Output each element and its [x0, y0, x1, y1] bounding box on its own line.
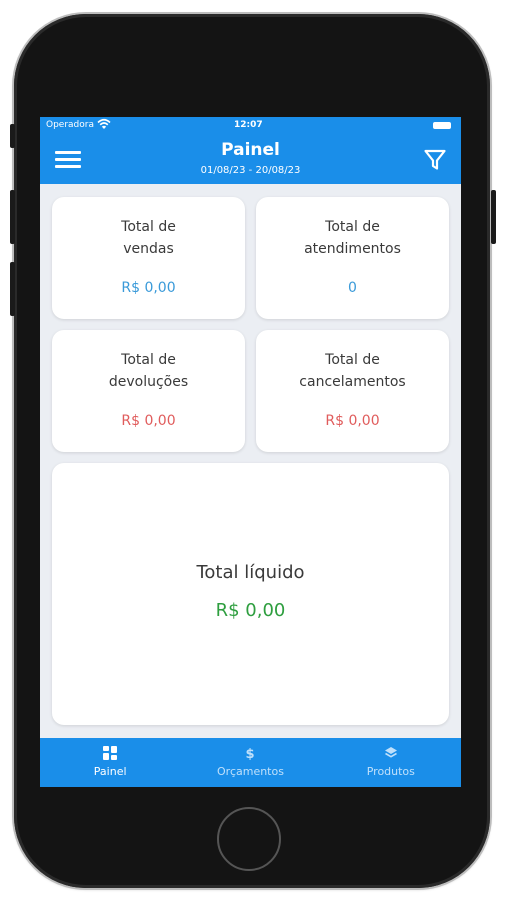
card-label: Total de vendas [121, 219, 176, 257]
dollar-icon: $ [180, 746, 320, 760]
app-bar: Painel 01/08/23 - 20/08/23 [40, 134, 461, 184]
volume-down-button [10, 262, 15, 316]
status-time: 12:07 [234, 120, 263, 130]
volume-up-button [10, 190, 15, 244]
svg-text:$: $ [246, 747, 255, 760]
card-label: Total de devoluções [108, 352, 189, 390]
tab-label: Orçamentos [217, 765, 284, 778]
tab-label: Produtos [366, 765, 415, 778]
carrier-label: Operadora [46, 120, 94, 130]
wifi-icon [97, 118, 111, 133]
card-value: 0 [348, 280, 357, 296]
battery-icon [433, 122, 451, 129]
tab-orcamentos[interactable]: $ Orçamentos [180, 738, 320, 787]
card-label: Total líquido [196, 562, 305, 583]
net-total-card[interactable]: Total líquido R$ 0,00 [52, 463, 449, 725]
tab-bar: Painel $ Orçamentos Produtos [40, 738, 461, 787]
app-screen: Operadora 12:07 Painel 01/08/23 - 20/08/… [40, 117, 461, 787]
card-value: R$ 0,00 [215, 600, 286, 621]
tab-painel[interactable]: Painel [40, 738, 180, 787]
layers-icon [321, 746, 461, 760]
sales-total-card[interactable]: Total de vendas R$ 0,00 [52, 197, 245, 319]
card-value: R$ 0,00 [121, 280, 176, 296]
home-button[interactable] [217, 807, 281, 871]
card-value: R$ 0,00 [325, 413, 380, 429]
mute-switch [10, 124, 15, 148]
date-range: 01/08/23 - 20/08/23 [200, 165, 301, 176]
filter-button[interactable] [423, 148, 447, 172]
card-label: Total de atendimentos [304, 219, 401, 257]
filter-icon [424, 149, 446, 170]
card-label: Total de cancelamentos [299, 352, 406, 390]
tab-label: Painel [93, 765, 127, 778]
tab-produtos[interactable]: Produtos [321, 738, 461, 787]
page-title: Painel [221, 140, 280, 160]
attendances-total-card[interactable]: Total de atendimentos 0 [256, 197, 449, 319]
power-button [491, 190, 496, 244]
status-bar: Operadora 12:07 [40, 117, 461, 134]
dashboard-content: Total de vendas R$ 0,00 Total de atendim… [40, 184, 461, 738]
dashboard-icon [40, 746, 180, 760]
card-value: R$ 0,00 [121, 413, 176, 429]
returns-total-card[interactable]: Total de devoluções R$ 0,00 [52, 330, 245, 452]
cancellations-total-card[interactable]: Total de cancelamentos R$ 0,00 [256, 330, 449, 452]
